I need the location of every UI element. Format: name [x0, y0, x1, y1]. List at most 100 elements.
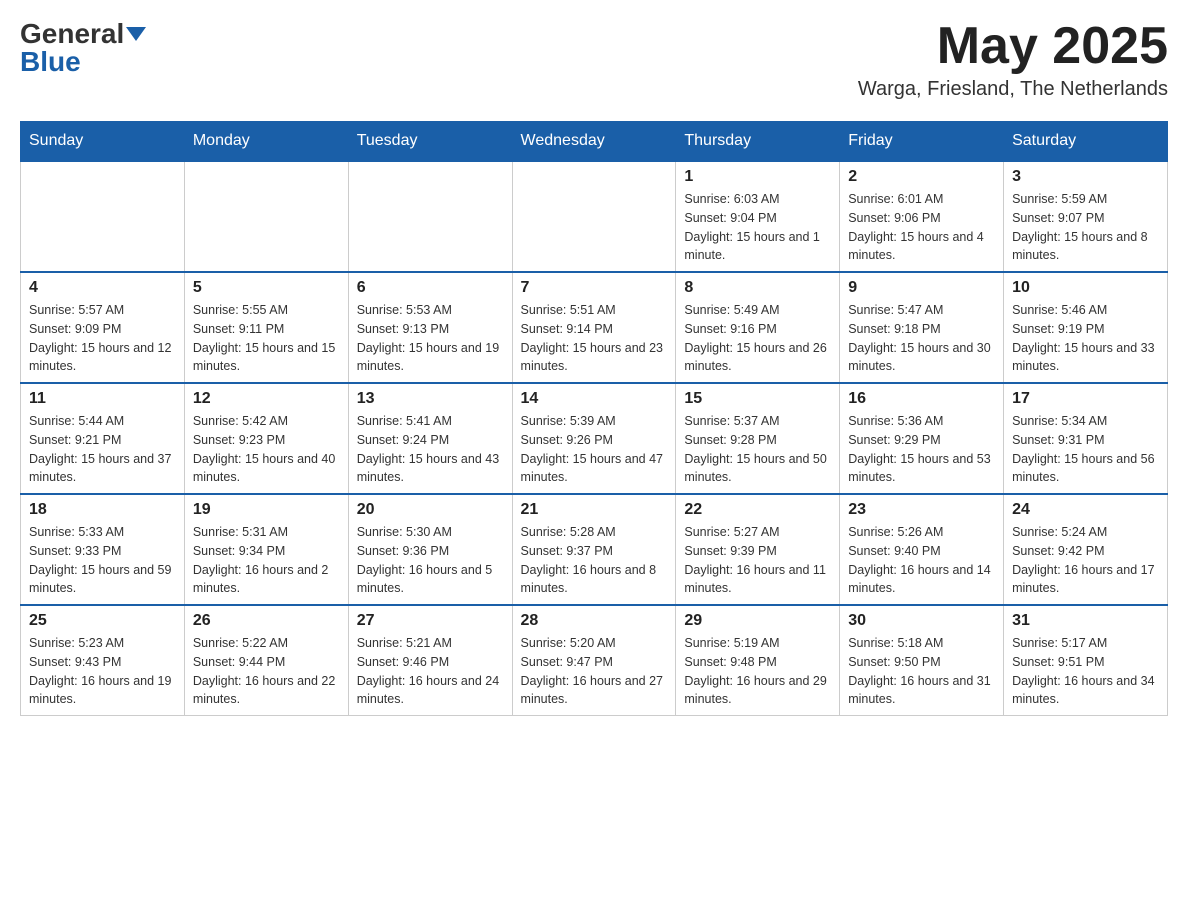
day-number: 13: [357, 390, 504, 408]
day-number: 6: [357, 279, 504, 297]
calendar-cell: [348, 161, 512, 272]
calendar-cell: 8 Sunrise: 5:49 AMSunset: 9:16 PMDaylight…: [676, 272, 840, 383]
calendar-table: SundayMondayTuesdayWednesdayThursdayFrid…: [20, 121, 1168, 716]
day-number: 7: [521, 279, 668, 297]
calendar-cell: 13 Sunrise: 5:41 AMSunset: 9:24 PMDayligh…: [348, 383, 512, 494]
day-number: 26: [193, 612, 340, 630]
day-number: 9: [848, 279, 995, 297]
day-info: Sunrise: 5:59 AMSunset: 9:07 PMDaylight:…: [1012, 190, 1159, 265]
day-info: Sunrise: 5:22 AMSunset: 9:44 PMDaylight:…: [193, 634, 340, 709]
day-number: 11: [29, 390, 176, 408]
logo-blue-text: Blue: [20, 48, 81, 76]
day-info: Sunrise: 5:53 AMSunset: 9:13 PMDaylight:…: [357, 301, 504, 376]
calendar-cell: 24 Sunrise: 5:24 AMSunset: 9:42 PMDayligh…: [1004, 494, 1168, 605]
calendar-cell: 7 Sunrise: 5:51 AMSunset: 9:14 PMDaylight…: [512, 272, 676, 383]
day-info: Sunrise: 5:57 AMSunset: 9:09 PMDaylight:…: [29, 301, 176, 376]
day-info: Sunrise: 6:01 AMSunset: 9:06 PMDaylight:…: [848, 190, 995, 265]
day-number: 28: [521, 612, 668, 630]
calendar-cell: 11Sunrise: 5:44 AMSunset: 9:21 PMDayligh…: [21, 383, 185, 494]
column-header-tuesday: Tuesday: [348, 122, 512, 162]
day-info: Sunrise: 5:28 AMSunset: 9:37 PMDaylight:…: [521, 523, 668, 598]
day-info: Sunrise: 5:24 AMSunset: 9:42 PMDaylight:…: [1012, 523, 1159, 598]
calendar-cell: 16 Sunrise: 5:36 AMSunset: 9:29 PMDayligh…: [840, 383, 1004, 494]
calendar-cell: 17 Sunrise: 5:34 AMSunset: 9:31 PMDayligh…: [1004, 383, 1168, 494]
day-info: Sunrise: 5:27 AMSunset: 9:39 PMDaylight:…: [684, 523, 831, 598]
calendar-cell: 26 Sunrise: 5:22 AMSunset: 9:44 PMDayligh…: [184, 605, 348, 716]
calendar-cell: 20 Sunrise: 5:30 AMSunset: 9:36 PMDayligh…: [348, 494, 512, 605]
day-info: Sunrise: 5:26 AMSunset: 9:40 PMDaylight:…: [848, 523, 995, 598]
day-info: Sunrise: 5:41 AMSunset: 9:24 PMDaylight:…: [357, 412, 504, 487]
day-info: Sunrise: 5:21 AMSunset: 9:46 PMDaylight:…: [357, 634, 504, 709]
day-info: Sunrise: 5:31 AMSunset: 9:34 PMDaylight:…: [193, 523, 340, 598]
day-number: 8: [684, 279, 831, 297]
day-number: 17: [1012, 390, 1159, 408]
logo: General Blue: [20, 20, 146, 76]
day-number: 30: [848, 612, 995, 630]
day-number: 15: [684, 390, 831, 408]
calendar-cell: 27 Sunrise: 5:21 AMSunset: 9:46 PMDayligh…: [348, 605, 512, 716]
location-subtitle: Warga, Friesland, The Netherlands: [858, 78, 1168, 101]
calendar-cell: 1 Sunrise: 6:03 AMSunset: 9:04 PMDaylight…: [676, 161, 840, 272]
day-info: Sunrise: 5:30 AMSunset: 9:36 PMDaylight:…: [357, 523, 504, 598]
calendar-cell: 12 Sunrise: 5:42 AMSunset: 9:23 PMDayligh…: [184, 383, 348, 494]
calendar-header-row: SundayMondayTuesdayWednesdayThursdayFrid…: [21, 122, 1168, 162]
logo-triangle-icon: [126, 27, 146, 41]
calendar-cell: 15 Sunrise: 5:37 AMSunset: 9:28 PMDayligh…: [676, 383, 840, 494]
calendar-cell: [21, 161, 185, 272]
calendar-week-4: 18 Sunrise: 5:33 AMSunset: 9:33 PMDayligh…: [21, 494, 1168, 605]
calendar-cell: 31 Sunrise: 5:17 AMSunset: 9:51 PMDayligh…: [1004, 605, 1168, 716]
month-year-title: May 2025: [858, 20, 1168, 72]
calendar-cell: 25 Sunrise: 5:23 AMSunset: 9:43 PMDayligh…: [21, 605, 185, 716]
day-info: Sunrise: 5:33 AMSunset: 9:33 PMDaylight:…: [29, 523, 176, 598]
day-info: Sunrise: 5:37 AMSunset: 9:28 PMDaylight:…: [684, 412, 831, 487]
day-number: 3: [1012, 168, 1159, 186]
day-info: Sunrise: 5:36 AMSunset: 9:29 PMDaylight:…: [848, 412, 995, 487]
day-info: Sunrise: 5:47 AMSunset: 9:18 PMDaylight:…: [848, 301, 995, 376]
day-number: 10: [1012, 279, 1159, 297]
calendar-cell: 29Sunrise: 5:19 AMSunset: 9:48 PMDayligh…: [676, 605, 840, 716]
day-info: Sunrise: 5:55 AMSunset: 9:11 PMDaylight:…: [193, 301, 340, 376]
day-number: 27: [357, 612, 504, 630]
calendar-cell: 23 Sunrise: 5:26 AMSunset: 9:40 PMDayligh…: [840, 494, 1004, 605]
title-block: May 2025 Warga, Friesland, The Netherlan…: [858, 20, 1168, 101]
column-header-saturday: Saturday: [1004, 122, 1168, 162]
day-info: Sunrise: 5:42 AMSunset: 9:23 PMDaylight:…: [193, 412, 340, 487]
calendar-week-2: 4Sunrise: 5:57 AMSunset: 9:09 PMDaylight…: [21, 272, 1168, 383]
day-info: Sunrise: 5:46 AMSunset: 9:19 PMDaylight:…: [1012, 301, 1159, 376]
calendar-cell: 30 Sunrise: 5:18 AMSunset: 9:50 PMDayligh…: [840, 605, 1004, 716]
day-number: 31: [1012, 612, 1159, 630]
day-number: 5: [193, 279, 340, 297]
day-number: 20: [357, 501, 504, 519]
day-number: 24: [1012, 501, 1159, 519]
day-number: 21: [521, 501, 668, 519]
day-info: Sunrise: 5:17 AMSunset: 9:51 PMDaylight:…: [1012, 634, 1159, 709]
calendar-cell: 3 Sunrise: 5:59 AMSunset: 9:07 PMDaylight…: [1004, 161, 1168, 272]
day-info: Sunrise: 5:39 AMSunset: 9:26 PMDaylight:…: [521, 412, 668, 487]
calendar-cell: 18 Sunrise: 5:33 AMSunset: 9:33 PMDayligh…: [21, 494, 185, 605]
day-info: Sunrise: 5:18 AMSunset: 9:50 PMDaylight:…: [848, 634, 995, 709]
day-info: Sunrise: 5:19 AMSunset: 9:48 PMDaylight:…: [684, 634, 831, 709]
day-number: 1: [684, 168, 831, 186]
day-number: 12: [193, 390, 340, 408]
day-info: Sunrise: 5:49 AMSunset: 9:16 PMDaylight:…: [684, 301, 831, 376]
day-number: 22: [684, 501, 831, 519]
calendar-week-5: 25 Sunrise: 5:23 AMSunset: 9:43 PMDayligh…: [21, 605, 1168, 716]
column-header-thursday: Thursday: [676, 122, 840, 162]
column-header-friday: Friday: [840, 122, 1004, 162]
day-info: Sunrise: 5:23 AMSunset: 9:43 PMDaylight:…: [29, 634, 176, 709]
day-number: 18: [29, 501, 176, 519]
day-number: 23: [848, 501, 995, 519]
day-number: 16: [848, 390, 995, 408]
day-number: 2: [848, 168, 995, 186]
calendar-cell: 19 Sunrise: 5:31 AMSunset: 9:34 PMDayligh…: [184, 494, 348, 605]
calendar-cell: 22 Sunrise: 5:27 AMSunset: 9:39 PMDayligh…: [676, 494, 840, 605]
calendar-cell: 2 Sunrise: 6:01 AMSunset: 9:06 PMDaylight…: [840, 161, 1004, 272]
calendar-cell: 9 Sunrise: 5:47 AMSunset: 9:18 PMDaylight…: [840, 272, 1004, 383]
calendar-cell: 5 Sunrise: 5:55 AMSunset: 9:11 PMDaylight…: [184, 272, 348, 383]
day-number: 25: [29, 612, 176, 630]
day-number: 19: [193, 501, 340, 519]
day-info: Sunrise: 5:34 AMSunset: 9:31 PMDaylight:…: [1012, 412, 1159, 487]
column-header-sunday: Sunday: [21, 122, 185, 162]
day-info: Sunrise: 6:03 AMSunset: 9:04 PMDaylight:…: [684, 190, 831, 265]
day-info: Sunrise: 5:51 AMSunset: 9:14 PMDaylight:…: [521, 301, 668, 376]
